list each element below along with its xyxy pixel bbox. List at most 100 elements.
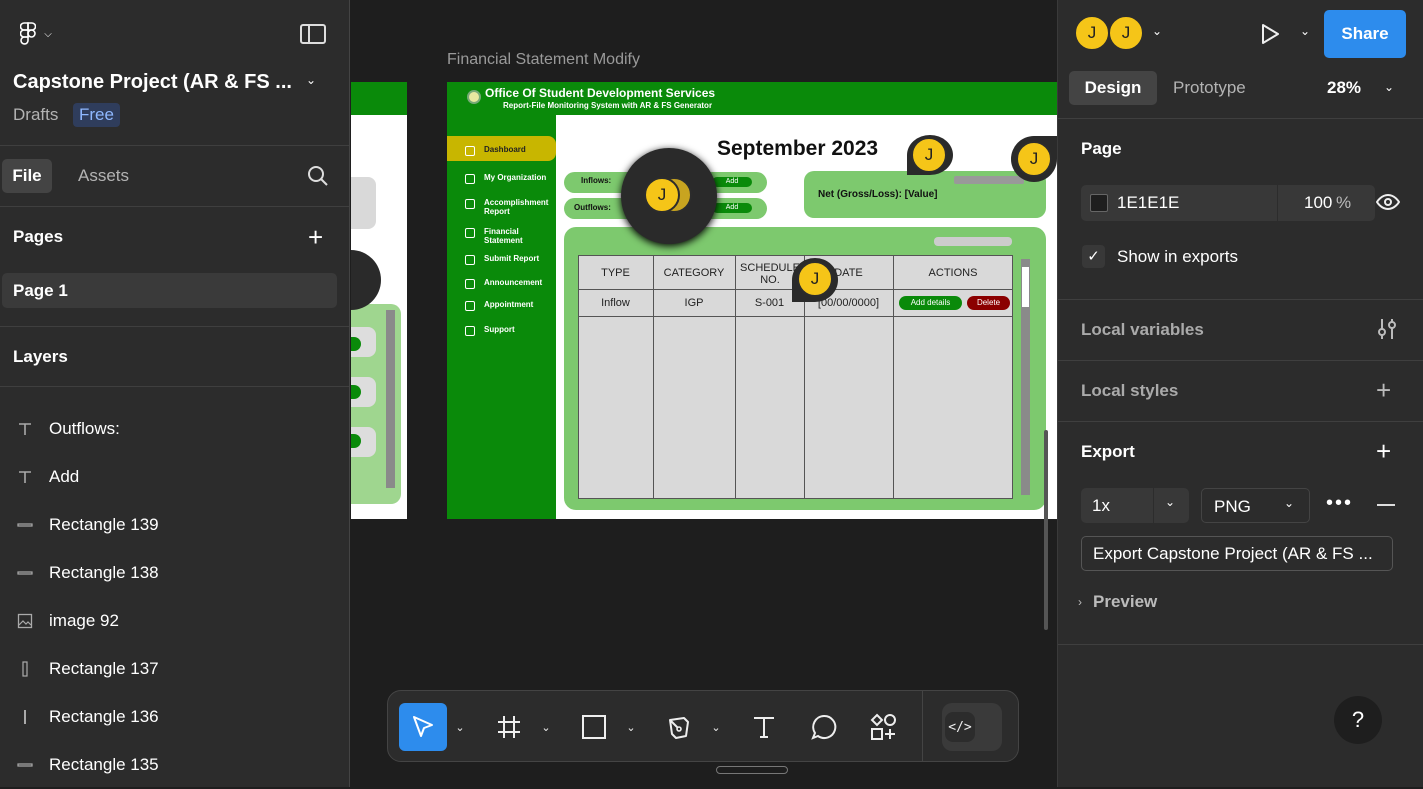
layer-item[interactable]: Rectangle 138 bbox=[0, 549, 349, 597]
actions-tool-button[interactable] bbox=[861, 703, 907, 751]
show-in-exports-label: Show in exports bbox=[1117, 247, 1238, 266]
move-tool-button[interactable] bbox=[399, 703, 447, 751]
chevron-down-icon[interactable]: ⌄ bbox=[1300, 24, 1310, 38]
page-color-field[interactable]: 1E1E1E 100 % bbox=[1081, 185, 1375, 221]
chevron-right-icon[interactable]: › bbox=[1078, 595, 1082, 609]
frame-icon bbox=[498, 716, 520, 738]
show-in-exports-checkbox[interactable]: ✓ bbox=[1082, 245, 1105, 268]
cell-type: Inflow bbox=[601, 297, 630, 309]
export-button[interactable]: Export Capstone Project (AR & FS ... bbox=[1081, 536, 1393, 571]
net-box: Net (Gross/Loss): [Value] bbox=[804, 171, 1046, 218]
left-panel: ⌵ Capstone Project (AR & FS ... ⌄ Drafts… bbox=[0, 0, 350, 787]
help-button[interactable]: ? bbox=[1334, 696, 1382, 744]
nav-icon bbox=[465, 228, 475, 238]
layer-item[interactable]: Rectangle 139 bbox=[0, 501, 349, 549]
remove-export-icon[interactable] bbox=[1377, 504, 1395, 506]
nav-item[interactable]: Support bbox=[484, 325, 554, 334]
nav-item[interactable]: Financial Statement bbox=[484, 227, 554, 245]
line-icon bbox=[0, 517, 49, 533]
page-heading: Page bbox=[1081, 139, 1122, 158]
chevron-down-icon[interactable]: ⌄ bbox=[1152, 24, 1162, 38]
preview-toggle[interactable]: Preview bbox=[1093, 592, 1157, 612]
nav-item[interactable]: Accomplishment Report bbox=[484, 198, 554, 216]
chevron-down-icon[interactable]: ⌄ bbox=[538, 703, 554, 751]
eye-icon[interactable] bbox=[1375, 192, 1401, 217]
export-format-select[interactable]: PNG ⌄ bbox=[1201, 488, 1310, 523]
add-style-icon[interactable]: + bbox=[1376, 375, 1391, 406]
layer-item[interactable]: Rectangle 136 bbox=[0, 693, 349, 741]
add-button[interactable]: Add bbox=[712, 203, 752, 213]
dev-mode-toggle[interactable]: </> bbox=[942, 703, 1002, 751]
chevron-down-icon[interactable]: ⌄ bbox=[708, 703, 724, 751]
nav-item[interactable]: My Organization bbox=[484, 173, 554, 182]
nav-item[interactable]: Dashboard bbox=[484, 145, 554, 154]
col-actions: ACTIONS bbox=[928, 267, 978, 279]
play-icon[interactable] bbox=[1258, 22, 1282, 51]
layer-item[interactable]: Outflows: bbox=[0, 405, 349, 453]
page-opacity-value[interactable]: 100 bbox=[1304, 193, 1332, 213]
zoom-level[interactable]: 28% bbox=[1327, 78, 1361, 98]
rect-icon bbox=[0, 661, 49, 677]
layer-item[interactable]: Rectangle 137 bbox=[0, 645, 349, 693]
text-icon bbox=[0, 421, 49, 437]
sidebar-toggle-icon[interactable] bbox=[300, 24, 326, 44]
chevron-down-icon[interactable]: ⌄ bbox=[452, 703, 468, 751]
tab-prototype[interactable]: Prototype bbox=[1173, 78, 1246, 98]
tab-design[interactable]: Design bbox=[1069, 71, 1157, 105]
add-page-icon[interactable]: + bbox=[308, 222, 323, 253]
figma-menu-button[interactable]: ⌵ bbox=[14, 20, 58, 48]
search-icon[interactable] bbox=[307, 165, 329, 192]
layer-label: Rectangle 136 bbox=[49, 707, 159, 726]
layer-item[interactable]: image 92 bbox=[0, 597, 349, 645]
text-icon bbox=[0, 469, 49, 485]
tab-file[interactable]: File bbox=[2, 159, 52, 193]
delete-button[interactable]: Delete bbox=[967, 296, 1010, 310]
logo-icon bbox=[467, 90, 481, 104]
col-category: CATEGORY bbox=[663, 267, 725, 279]
color-swatch[interactable] bbox=[1090, 194, 1108, 212]
comment-icon bbox=[811, 714, 837, 740]
layer-item[interactable]: Add bbox=[0, 453, 349, 501]
plan-badge: Free bbox=[73, 103, 120, 127]
col-type: TYPE bbox=[601, 267, 630, 279]
chevron-down-icon[interactable]: ⌄ bbox=[1384, 80, 1394, 94]
local-variables-heading[interactable]: Local variables bbox=[1081, 320, 1204, 340]
layer-label: Rectangle 139 bbox=[49, 515, 159, 534]
canvas[interactable]: Financial Statement Modify Office Of Stu… bbox=[351, 0, 1057, 787]
canvas-scrollbar[interactable] bbox=[1044, 430, 1048, 630]
layer-label: image 92 bbox=[49, 611, 119, 630]
chevron-down-icon[interactable]: ⌄ bbox=[306, 73, 316, 87]
month-title: September 2023 bbox=[717, 137, 879, 160]
layer-item[interactable]: Rectangle 135 bbox=[0, 741, 349, 789]
drafts-label[interactable]: Drafts bbox=[13, 105, 58, 125]
page-color-value[interactable]: 1E1E1E bbox=[1117, 193, 1179, 213]
nav-item[interactable]: Submit Report bbox=[484, 254, 554, 263]
more-options-icon[interactable]: ••• bbox=[1326, 492, 1353, 515]
frame-financial-statement[interactable]: Office Of Student Development Services R… bbox=[447, 82, 1057, 519]
file-title[interactable]: Capstone Project (AR & FS ... bbox=[13, 71, 292, 94]
comment-tool-button[interactable] bbox=[801, 703, 847, 751]
nav-item[interactable]: Announcement bbox=[484, 278, 554, 287]
text-icon bbox=[754, 717, 774, 738]
add-details-button[interactable]: Add details bbox=[899, 296, 962, 310]
local-styles-heading[interactable]: Local styles bbox=[1081, 381, 1178, 401]
variables-icon[interactable] bbox=[1376, 317, 1398, 346]
export-scale-select[interactable]: 1x ⌄ bbox=[1081, 488, 1189, 523]
nav-item[interactable]: Appointment bbox=[484, 300, 554, 309]
frame-label[interactable]: Financial Statement Modify bbox=[447, 51, 640, 69]
table-search-input[interactable] bbox=[934, 237, 1012, 246]
add-button[interactable]: Add bbox=[712, 177, 752, 187]
share-button[interactable]: Share bbox=[1324, 10, 1406, 58]
percent-label: % bbox=[1336, 193, 1352, 212]
add-export-icon[interactable]: + bbox=[1376, 436, 1391, 467]
text-tool-button[interactable] bbox=[741, 703, 787, 751]
tab-assets[interactable]: Assets bbox=[78, 166, 129, 186]
frame-tool-button[interactable] bbox=[486, 703, 532, 751]
chevron-down-icon[interactable]: ⌄ bbox=[623, 703, 639, 751]
user-avatar[interactable]: J bbox=[1074, 15, 1110, 51]
export-heading: Export bbox=[1081, 442, 1135, 461]
user-avatar[interactable]: J bbox=[1108, 15, 1144, 51]
shape-tool-button[interactable] bbox=[571, 703, 617, 751]
page-item[interactable]: Page 1 bbox=[2, 273, 337, 308]
pen-tool-button[interactable] bbox=[656, 703, 702, 751]
